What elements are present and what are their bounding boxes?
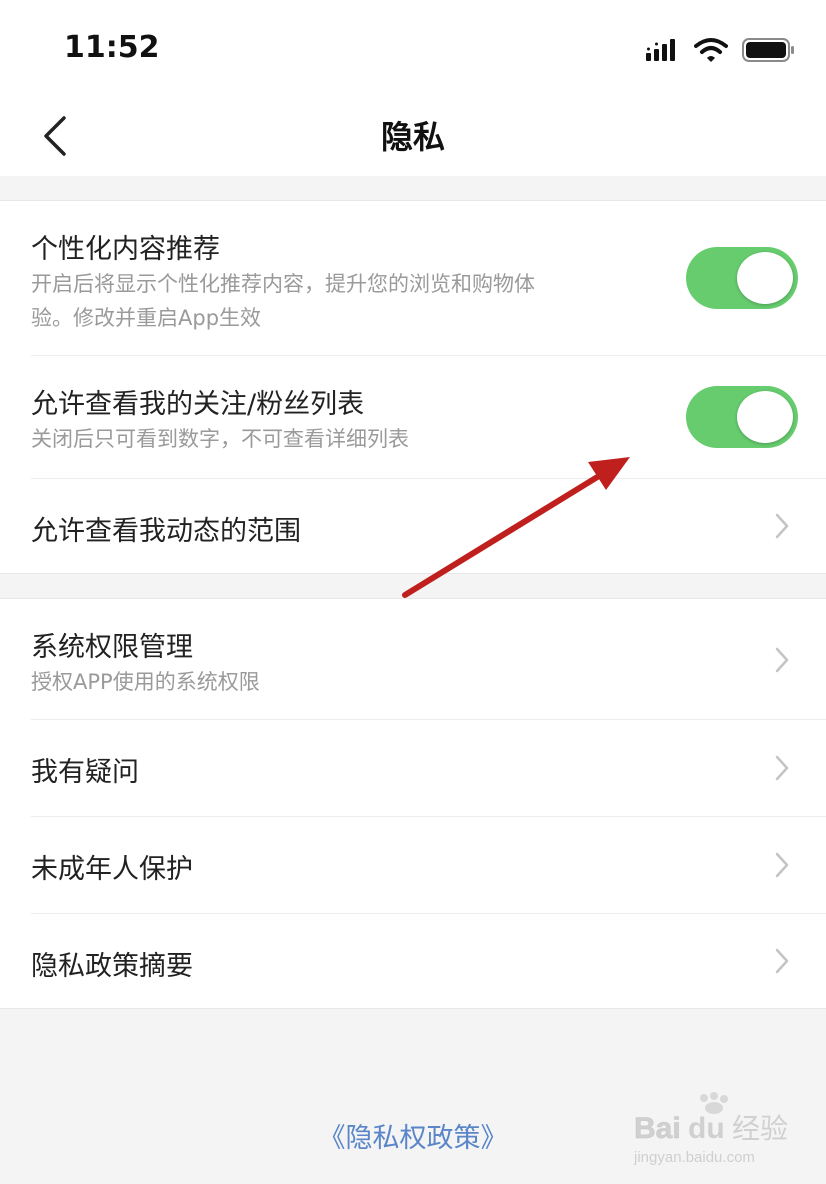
setting-title: 允许查看我动态的范围 (31, 516, 301, 547)
setting-row-followers-list: 允许查看我的关注/粉丝列表 关闭后只可看到数字，不可查看详细列表 (0, 356, 826, 478)
chevron-right-icon (775, 948, 789, 974)
chevron-right-icon (775, 513, 789, 539)
status-time: 11:52 (64, 30, 160, 65)
chevron-right-icon (775, 647, 789, 673)
svg-text:jingyan.baidu.com: jingyan.baidu.com (633, 1149, 755, 1166)
svg-text:du: du (688, 1112, 725, 1145)
setting-title: 我有疑问 (31, 757, 139, 788)
toggle-knob (737, 252, 793, 304)
chevron-right-icon (775, 755, 789, 781)
nav-bar: 隐私 (0, 96, 826, 176)
toggle-knob (737, 391, 793, 443)
setting-row-minor-protection[interactable]: 未成年人保护 (0, 817, 826, 913)
setting-title: 未成年人保护 (31, 854, 193, 885)
setting-title: 允许查看我的关注/粉丝列表 (31, 389, 365, 420)
personalized-recommendation-toggle[interactable] (686, 247, 798, 309)
setting-title: 个性化内容推荐 (31, 234, 220, 265)
setting-description: 关闭后只可看到数字，不可查看详细列表 (31, 427, 409, 451)
svg-text:Bai: Bai (634, 1112, 681, 1145)
setting-title: 系统权限管理 (31, 632, 193, 663)
signal-icon (646, 39, 675, 61)
svg-text:经验: 经验 (732, 1112, 788, 1145)
followers-list-toggle[interactable] (686, 386, 798, 448)
page-title: 隐私 (380, 118, 445, 156)
setting-row-personalized-recommendation: 个性化内容推荐 开启后将显示个性化推荐内容，提升您的浏览和购物体 验。修改并重启… (0, 201, 826, 355)
setting-row-questions[interactable]: 我有疑问 (0, 720, 826, 816)
setting-description: 验。修改并重启App生效 (31, 306, 262, 330)
setting-row-moments-range[interactable]: 允许查看我动态的范围 (0, 479, 826, 574)
setting-description: 开启后将显示个性化推荐内容，提升您的浏览和购物体 (31, 272, 535, 296)
settings-group-privacy-content: 个性化内容推荐 开启后将显示个性化推荐内容，提升您的浏览和购物体 验。修改并重启… (0, 200, 826, 574)
setting-description: 授权APP使用的系统权限 (31, 670, 260, 694)
baidu-jingyan-watermark: Bai du 经验 jingyan.baidu.com (633, 1092, 788, 1166)
setting-row-privacy-policy-summary[interactable]: 隐私政策摘要 (0, 914, 826, 1009)
status-icons (646, 34, 796, 66)
settings-group-system: 系统权限管理 授权APP使用的系统权限 我有疑问 未成年人保护 隐私政策摘要 (0, 598, 826, 1009)
wifi-icon (694, 38, 728, 62)
battery-icon (742, 38, 794, 62)
chevron-right-icon (775, 852, 789, 878)
status-bar: 11:52 (0, 0, 826, 96)
setting-row-system-permissions[interactable]: 系统权限管理 授权APP使用的系统权限 (0, 599, 826, 719)
setting-title: 隐私政策摘要 (31, 951, 193, 982)
